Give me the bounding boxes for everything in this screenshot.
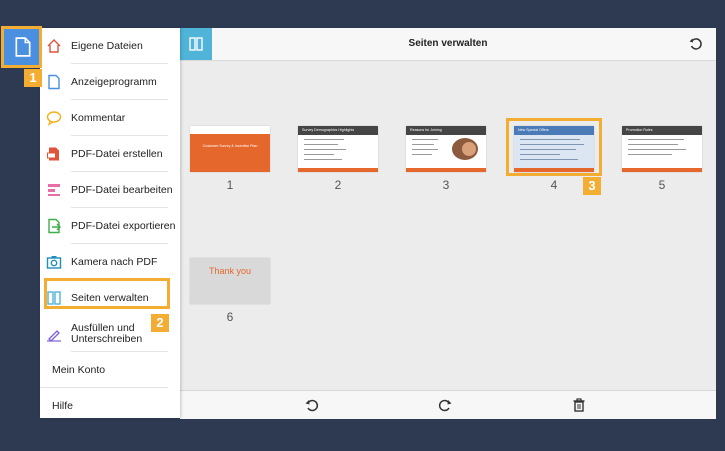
slide-title: Promotion Rules (622, 126, 702, 135)
camera-icon (46, 254, 62, 270)
menu-item-edit-pdf[interactable]: PDF-Datei bearbeiten (40, 172, 180, 208)
menu-item-label: Mein Konto (52, 363, 106, 376)
menu-item-my-account[interactable]: Mein Konto (40, 352, 180, 388)
slide-title: Reasons for Joining (406, 126, 486, 135)
page-toolbar (180, 390, 716, 419)
page-thumbnail-3[interactable]: Reasons for Joining (406, 126, 486, 172)
pdf-export-icon (46, 218, 62, 234)
page-number: 5 (658, 178, 666, 192)
document-icon (46, 74, 62, 90)
app-header: Seiten verwalten (180, 28, 716, 61)
pdf-create-icon (46, 146, 62, 162)
page-grid: Customer Survey & Incentive Plan 1 Surve… (180, 60, 716, 390)
rotate-left-icon[interactable] (304, 397, 320, 413)
menu-item-label: PDF-Datei bearbeiten (71, 183, 173, 196)
menu-item-help[interactable]: Hilfe (40, 388, 180, 424)
menu-item-label: PDF-Datei erstellen (71, 147, 163, 160)
page-number: 3 (442, 178, 450, 192)
menu-item-label: Kommentar (71, 111, 126, 124)
page-thumbnail-6[interactable]: Thank you (190, 258, 270, 304)
trash-icon[interactable] (571, 397, 587, 413)
menu-item-label: PDF-Datei exportieren (71, 219, 176, 232)
fill-sign-icon (46, 326, 62, 342)
page-number: 4 (550, 178, 558, 192)
slide-title: Customer Survey & Incentive Plan (202, 144, 258, 148)
page-thumbnail-5[interactable]: Promotion Rules (622, 126, 702, 172)
menu-item-comment[interactable]: Kommentar (40, 100, 180, 136)
home-icon (46, 38, 62, 54)
page-number: 2 (334, 178, 342, 192)
tools-menu: Eigene Dateien Anzeigeprogramm Kommentar… (40, 28, 180, 418)
page-thumbnail-1[interactable]: Customer Survey & Incentive Plan (190, 126, 270, 172)
slide-title: Thank you (208, 266, 252, 276)
page-number: 6 (226, 310, 234, 324)
page-number: 1 (226, 178, 234, 192)
comment-icon (46, 110, 62, 126)
callout-badge-2: 2 (151, 314, 169, 332)
menu-item-export-pdf[interactable]: PDF-Datei exportieren (40, 208, 180, 244)
highlight-tools-button (1, 26, 42, 68)
callout-badge-3: 3 (583, 177, 601, 195)
menu-item-label: Kamera nach PDF (71, 255, 158, 268)
menu-item-label: Hilfe (52, 399, 74, 412)
organize-pages-toggle-button[interactable] (180, 28, 212, 60)
rotate-right-icon[interactable] (437, 397, 453, 413)
menu-item-label: Eigene Dateien (71, 39, 143, 52)
menu-item-create-pdf[interactable]: PDF-Datei erstellen (40, 136, 180, 172)
callout-badge-1: 1 (24, 69, 42, 87)
page-thumbnail-2[interactable]: Survey Demographics Highlights (298, 126, 378, 172)
highlight-organize-pages (44, 278, 170, 309)
page-title: Seiten verwalten (408, 38, 488, 49)
organize-pages-view: Seiten verwalten Customer Survey & Incen… (180, 28, 716, 419)
organize-pages-icon (189, 37, 203, 51)
highlight-page-4 (506, 118, 602, 176)
menu-item-viewer[interactable]: Anzeigeprogramm (40, 64, 180, 100)
menu-item-label: Anzeigeprogramm (71, 75, 157, 88)
slide-title: Survey Demographics Highlights (298, 126, 378, 135)
undo-icon[interactable] (688, 36, 704, 52)
pdf-edit-icon (46, 182, 62, 198)
menu-item-camera-to-pdf[interactable]: Kamera nach PDF (40, 244, 180, 280)
menu-item-my-files[interactable]: Eigene Dateien (40, 28, 180, 64)
